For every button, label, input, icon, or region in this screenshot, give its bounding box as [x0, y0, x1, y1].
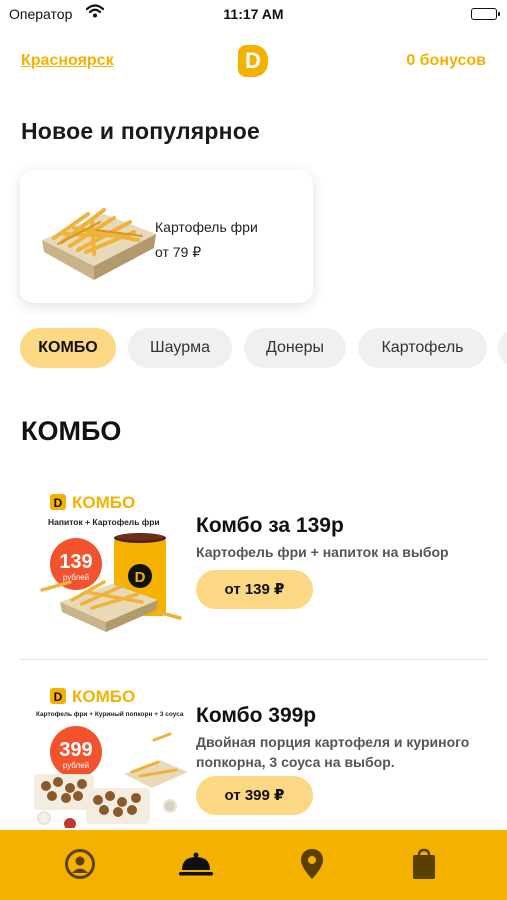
bottom-tab-bar [0, 830, 507, 900]
bonus-balance-link[interactable]: 0 бонусов [406, 52, 486, 70]
combo-139-price-button[interactable]: от 139 ₽ [196, 570, 313, 609]
tab-combo[interactable]: КОМБО [20, 328, 116, 368]
category-tabs: КОМБО Шаурма Донеры Картофель [20, 328, 507, 368]
menu-cloche-icon[interactable] [176, 846, 216, 882]
battery-icon [471, 8, 500, 20]
combo-139-title: Комбо за 139р [196, 514, 344, 537]
location-pin-icon[interactable] [292, 846, 332, 882]
new-popular-title: Новое и популярное [21, 118, 260, 144]
tab-potatoes[interactable]: Картофель [358, 328, 487, 368]
combo-399-image: D КОМБО Картофель фри + Куриный попкорн … [30, 678, 190, 830]
product-divider [20, 659, 487, 660]
combo-139-description: Картофель фри + напиток на выбор [196, 544, 449, 560]
promo-item-name: Картофель фри [155, 219, 258, 235]
clock: 11:17 AM [223, 6, 284, 22]
combo-399-subtitle: Картофель фри + Куриный попкорн + 3 соус… [36, 710, 184, 718]
combo-139-subtitle: Напиток + Картофель фри [48, 517, 160, 527]
profile-icon[interactable] [60, 846, 100, 882]
combo-399-badge-unit: рублей [63, 761, 89, 770]
combo-139-brand: КОМБО [72, 493, 135, 512]
promo-card[interactable]: Картофель фри от 79 ₽ [20, 170, 313, 303]
combo-section-title: КОМБО [21, 416, 122, 446]
combo-139-badge-unit: рублей [63, 573, 89, 582]
product-card-combo-139[interactable]: D КОМБО Напиток + Картофель фри D 139 ру… [20, 478, 487, 648]
status-bar: Оператор 11:17 AM [0, 0, 507, 30]
city-selector[interactable]: Красноярск [21, 52, 114, 70]
tab-shawarma[interactable]: Шаурма [128, 328, 232, 368]
svg-text:D: D [135, 569, 146, 586]
combo-399-badge-number: 399 [59, 739, 92, 761]
product-card-combo-399[interactable]: D КОМБО Картофель фри + Куриный попкорн … [20, 672, 487, 832]
svg-text:D: D [54, 690, 63, 704]
shopping-bag-icon[interactable] [404, 846, 444, 882]
svg-text:D: D [54, 496, 63, 510]
promo-item-price: от 79 ₽ [155, 244, 202, 260]
fries-image [34, 192, 160, 282]
combo-399-title: Комбо 399р [196, 704, 317, 727]
tab-more[interactable] [498, 328, 507, 368]
tab-doners[interactable]: Донеры [244, 328, 346, 368]
combo-399-brand: КОМБО [72, 687, 135, 706]
combo-399-price-button[interactable]: от 399 ₽ [196, 776, 313, 815]
app-header: Красноярск D 0 бонусов [0, 40, 507, 84]
combo-139-badge-number: 139 [59, 551, 92, 573]
combo-139-image: D КОМБО Напиток + Картофель фри D 139 ру… [30, 484, 190, 634]
combo-399-description: Двойная порция картофеля и куриного попк… [196, 734, 470, 770]
brand-logo: D [238, 45, 268, 77]
